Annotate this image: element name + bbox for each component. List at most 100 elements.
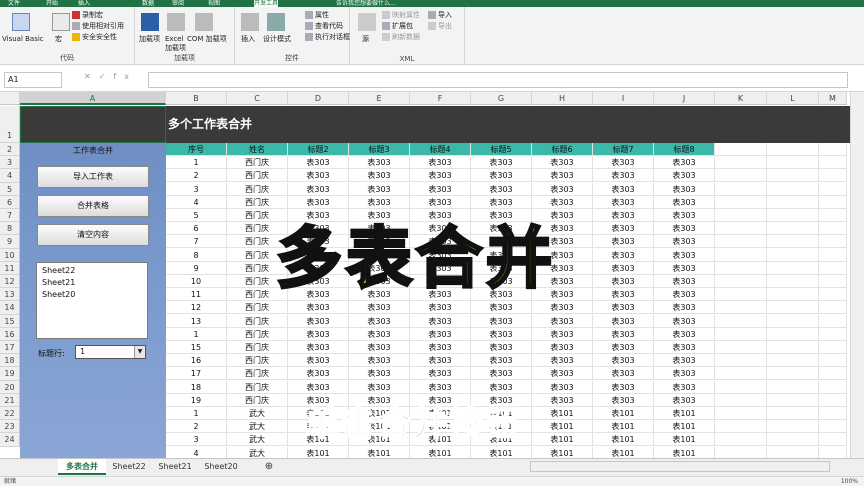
table-cell[interactable]: 表101 <box>532 420 593 434</box>
design-mode-button[interactable]: 设计模式 <box>263 35 291 44</box>
table-cell[interactable]: 表303 <box>593 182 654 196</box>
table-cell[interactable]: 表303 <box>654 235 715 249</box>
table-cell[interactable]: 表303 <box>471 182 532 196</box>
empty-cell[interactable] <box>715 407 767 420</box>
header-row-select[interactable]: 1 ▼ <box>75 345 146 359</box>
table-cell[interactable]: 表303 <box>593 275 654 288</box>
table-cell[interactable]: 表101 <box>593 433 654 447</box>
table-cell[interactable]: 3 <box>166 182 227 196</box>
sheet-listbox[interactable]: Sheet22 Sheet21 Sheet20 <box>36 262 148 339</box>
row-header-18[interactable]: 18 <box>0 354 20 368</box>
table-cell[interactable]: 表303 <box>349 169 410 183</box>
table-cell[interactable]: 武大 <box>227 446 288 458</box>
table-cell[interactable]: 表303 <box>410 169 471 183</box>
row-header-10[interactable]: 10 <box>0 248 20 262</box>
vertical-scrollbar[interactable] <box>850 92 864 458</box>
header-cell[interactable]: 标题8 <box>654 143 715 156</box>
table-cell[interactable]: 表303 <box>410 156 471 170</box>
empty-cell[interactable] <box>715 195 767 209</box>
table-cell[interactable]: 西门庆 <box>227 169 288 183</box>
empty-cell[interactable] <box>819 393 847 407</box>
empty-cell[interactable] <box>715 261 767 275</box>
record-macro-button[interactable]: 录制宏 <box>72 11 103 20</box>
table-cell[interactable]: 表303 <box>654 182 715 196</box>
table-cell[interactable]: 表303 <box>471 380 532 394</box>
ribbon-tab[interactable]: 文件 <box>8 0 20 7</box>
table-cell[interactable]: 17 <box>166 367 227 381</box>
table-cell[interactable]: 表303 <box>288 182 349 196</box>
empty-cell[interactable] <box>819 367 847 381</box>
empty-cell[interactable] <box>767 169 819 183</box>
table-cell[interactable]: 表303 <box>593 261 654 275</box>
table-cell[interactable]: 西门庆 <box>227 301 288 315</box>
table-cell[interactable]: 表303 <box>349 327 410 341</box>
table-cell[interactable]: 表303 <box>410 182 471 196</box>
chevron-down-icon[interactable]: ▼ <box>134 346 145 358</box>
table-cell[interactable]: 表303 <box>593 380 654 394</box>
empty-cell[interactable] <box>767 380 819 394</box>
table-cell[interactable]: 表303 <box>349 354 410 368</box>
table-cell[interactable]: 西门庆 <box>227 314 288 328</box>
empty-cell[interactable] <box>767 143 819 156</box>
table-cell[interactable]: 表303 <box>410 341 471 354</box>
table-cell[interactable]: 西门庆 <box>227 156 288 170</box>
com-addin-button[interactable]: COM 加载项 <box>187 35 227 44</box>
empty-cell[interactable] <box>819 275 847 288</box>
empty-cell[interactable] <box>715 314 767 328</box>
table-cell[interactable]: 表303 <box>593 327 654 341</box>
table-cell[interactable]: 11 <box>166 288 227 302</box>
table-cell[interactable]: 表303 <box>288 169 349 183</box>
empty-cell[interactable] <box>819 446 847 458</box>
table-cell[interactable]: 表303 <box>654 380 715 394</box>
table-cell[interactable]: 4 <box>166 446 227 458</box>
table-cell[interactable]: 表101 <box>471 446 532 458</box>
empty-cell[interactable] <box>819 209 847 222</box>
table-cell[interactable]: 表303 <box>288 301 349 315</box>
formula-input[interactable] <box>148 72 848 88</box>
empty-cell[interactable] <box>715 275 767 288</box>
table-cell[interactable]: 10 <box>166 275 227 288</box>
empty-cell[interactable] <box>819 420 847 434</box>
empty-cell[interactable] <box>715 420 767 434</box>
table-cell[interactable]: 表303 <box>654 222 715 236</box>
table-cell[interactable]: 表303 <box>593 288 654 302</box>
table-cell[interactable]: 表101 <box>532 446 593 458</box>
row-header-8[interactable]: 8 <box>0 222 20 236</box>
table-cell[interactable]: 6 <box>166 222 227 236</box>
row-header-16[interactable]: 16 <box>0 327 20 341</box>
table-cell[interactable]: 18 <box>166 380 227 394</box>
ribbon-tab[interactable]: 插入 <box>78 0 90 7</box>
horizontal-scrollbar[interactable] <box>530 461 830 472</box>
table-cell[interactable]: 表303 <box>471 341 532 354</box>
table-cell[interactable]: 表303 <box>349 367 410 381</box>
properties-button[interactable]: 属性 <box>305 11 329 20</box>
table-cell[interactable]: 表303 <box>654 275 715 288</box>
table-cell[interactable]: 表101 <box>410 446 471 458</box>
column-header-g[interactable]: G <box>471 92 532 105</box>
table-cell[interactable]: 表303 <box>471 327 532 341</box>
ribbon-tab[interactable]: 开始 <box>46 0 58 7</box>
empty-cell[interactable] <box>819 156 847 170</box>
add-sheet-icon[interactable]: ⊕ <box>262 459 276 475</box>
table-cell[interactable]: 表303 <box>471 354 532 368</box>
row-header-2[interactable]: 2 <box>0 143 20 157</box>
table-cell[interactable]: 表303 <box>410 314 471 328</box>
table-cell[interactable]: 表303 <box>654 261 715 275</box>
table-cell[interactable]: 表303 <box>593 354 654 368</box>
empty-cell[interactable] <box>767 275 819 288</box>
table-cell[interactable]: 表303 <box>654 209 715 222</box>
table-cell[interactable]: 表303 <box>654 169 715 183</box>
table-cell[interactable]: 表303 <box>532 354 593 368</box>
list-item[interactable]: Sheet20 <box>42 289 147 301</box>
sheet-tab[interactable]: Sheet21 <box>152 459 198 475</box>
empty-cell[interactable] <box>715 354 767 368</box>
table-cell[interactable]: 13 <box>166 314 227 328</box>
empty-cell[interactable] <box>767 420 819 434</box>
table-cell[interactable]: 表101 <box>654 407 715 420</box>
table-cell[interactable]: 表303 <box>288 367 349 381</box>
empty-cell[interactable] <box>819 380 847 394</box>
insert-control-button[interactable]: 插入 <box>241 35 255 44</box>
table-cell[interactable]: 表101 <box>593 407 654 420</box>
row-header-22[interactable]: 22 <box>0 407 20 421</box>
empty-cell[interactable] <box>715 393 767 407</box>
